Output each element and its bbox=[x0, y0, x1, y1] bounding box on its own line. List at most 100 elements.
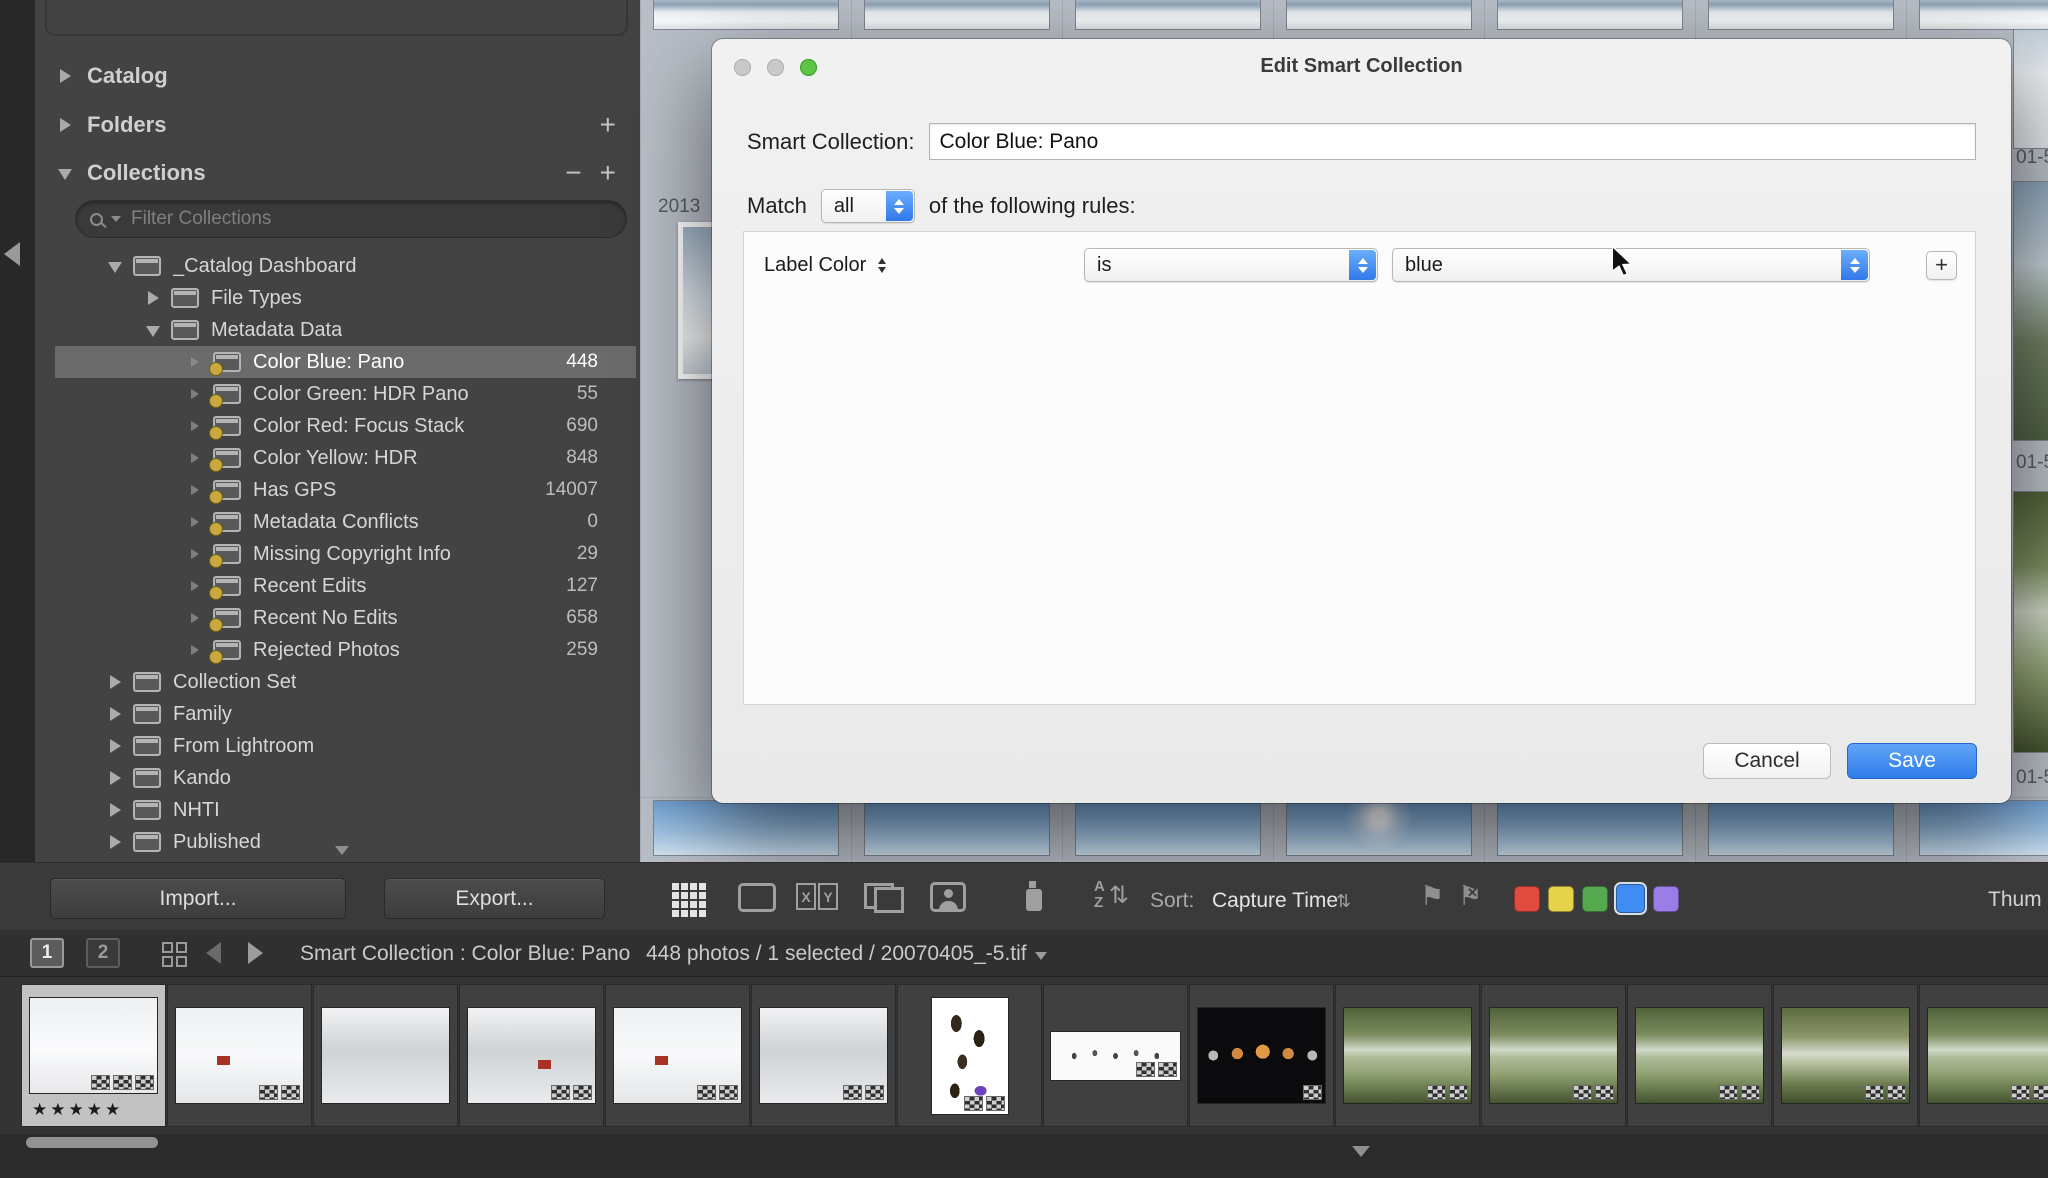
second-window-button[interactable]: 2 bbox=[86, 938, 120, 968]
thumbnail-badge-icon[interactable] bbox=[843, 1085, 862, 1100]
color-swatch[interactable] bbox=[1653, 886, 1679, 912]
smart-collection-item[interactable]: Rejected Photos259 bbox=[55, 634, 636, 666]
survey-view-icon[interactable] bbox=[864, 883, 904, 913]
filmstrip-breadcrumb[interactable]: Smart Collection : Color Blue: Pano bbox=[300, 942, 630, 966]
thumbnail-badge-icon[interactable] bbox=[1449, 1085, 1468, 1100]
filmstrip-thumbnail[interactable] bbox=[1336, 985, 1479, 1126]
add-folder-button[interactable]: + bbox=[594, 111, 622, 139]
thumbnail-badge-icon[interactable] bbox=[1427, 1085, 1446, 1100]
photo-thumbnail[interactable] bbox=[2014, 182, 2048, 440]
rule-operator-dropdown[interactable]: is bbox=[1084, 248, 1378, 282]
match-dropdown[interactable]: all bbox=[821, 189, 915, 223]
thumbnail-badge-icon[interactable] bbox=[259, 1085, 278, 1100]
thumbnail-badge-icon[interactable] bbox=[1573, 1085, 1592, 1100]
disclosure-triangle-icon[interactable] bbox=[107, 738, 123, 754]
thumbnail-badge-icon[interactable] bbox=[1741, 1085, 1760, 1100]
disclosure-triangle-icon[interactable] bbox=[107, 674, 123, 690]
remove-collection-button[interactable]: − bbox=[559, 159, 587, 187]
collection-folder-item[interactable]: Metadata Data bbox=[55, 314, 636, 346]
go-forward-icon[interactable] bbox=[248, 942, 263, 964]
smart-collection-name-input[interactable] bbox=[929, 123, 1976, 160]
thumbnail-badge-icon[interactable] bbox=[573, 1085, 592, 1100]
thumbnail-badge-icon[interactable] bbox=[1887, 1085, 1906, 1100]
filmstrip-thumbnail[interactable] bbox=[606, 985, 749, 1126]
sort-value[interactable]: Capture Time bbox=[1212, 889, 1338, 913]
panel-end-caret-icon[interactable] bbox=[335, 846, 349, 855]
color-swatch[interactable] bbox=[1616, 884, 1645, 913]
disclosure-triangle-icon[interactable] bbox=[107, 802, 123, 818]
collection-folder-item[interactable]: File Types bbox=[55, 282, 636, 314]
thumbnail-badge-icon[interactable] bbox=[91, 1075, 110, 1090]
add-collection-button[interactable]: + bbox=[594, 159, 622, 187]
smart-collection-item[interactable]: Recent No Edits658 bbox=[55, 602, 636, 634]
color-swatch[interactable] bbox=[1548, 886, 1574, 912]
collection-folder-item[interactable]: NHTI bbox=[55, 794, 636, 826]
sort-direction-icon[interactable]: AZ⇅ bbox=[1094, 879, 1129, 911]
thumbnail-badge-icon[interactable] bbox=[2033, 1085, 2048, 1100]
photo-thumbnail[interactable] bbox=[1709, 801, 1893, 855]
panel-header-folders[interactable]: Folders + bbox=[35, 102, 640, 148]
photo-thumbnail[interactable] bbox=[1076, 0, 1260, 29]
thumbnail-badge-icon[interactable] bbox=[1865, 1085, 1884, 1100]
photo-thumbnail[interactable] bbox=[865, 801, 1049, 855]
thumbnail-badge-icon[interactable] bbox=[697, 1085, 716, 1100]
panel-header-collections[interactable]: Collections − + bbox=[35, 150, 640, 196]
people-view-icon[interactable] bbox=[930, 882, 966, 912]
smart-collection-item[interactable]: Color Red: Focus Stack690 bbox=[55, 410, 636, 442]
disclosure-triangle-icon[interactable] bbox=[107, 834, 123, 850]
filmstrip-thumbnail[interactable] bbox=[460, 985, 603, 1126]
add-rule-button[interactable]: + bbox=[1926, 251, 1957, 280]
thumbnail-badge-icon[interactable] bbox=[1595, 1085, 1614, 1100]
photo-thumbnail[interactable] bbox=[654, 801, 838, 855]
collection-folder-item[interactable]: From Lightroom bbox=[55, 730, 636, 762]
sort-caret-icon[interactable]: ⇅ bbox=[1336, 891, 1351, 912]
thumbnail-badge-icon[interactable] bbox=[719, 1085, 738, 1100]
filmstrip-thumbnail[interactable] bbox=[1628, 985, 1771, 1126]
thumbnail-badge-icon[interactable] bbox=[2011, 1085, 2030, 1100]
photo-thumbnail[interactable] bbox=[865, 0, 1049, 29]
thumbnail-badge-icon[interactable] bbox=[1719, 1085, 1738, 1100]
disclosure-triangle-icon[interactable] bbox=[145, 290, 161, 306]
thumbnail-badge-icon[interactable] bbox=[986, 1096, 1005, 1111]
smart-collection-item[interactable]: Metadata Conflicts0 bbox=[55, 506, 636, 538]
thumbnail-badge-icon[interactable] bbox=[281, 1085, 300, 1100]
photo-thumbnail[interactable] bbox=[654, 0, 838, 29]
disclosure-triangle-icon[interactable] bbox=[107, 706, 123, 722]
smart-collection-item[interactable]: Color Green: HDR Pano55 bbox=[55, 378, 636, 410]
thumbnail-badge-icon[interactable] bbox=[1136, 1062, 1155, 1077]
smart-collection-item[interactable]: Missing Copyright Info29 bbox=[55, 538, 636, 570]
thumbnail-badge-icon[interactable] bbox=[113, 1075, 132, 1090]
smart-collection-item[interactable]: Color Yellow: HDR848 bbox=[55, 442, 636, 474]
photo-thumbnail[interactable] bbox=[1076, 801, 1260, 855]
filmstrip-thumbnail[interactable] bbox=[1190, 985, 1333, 1126]
color-swatch[interactable] bbox=[1514, 886, 1540, 912]
go-back-icon[interactable] bbox=[206, 942, 221, 964]
pick-flag-icon[interactable]: ⚑ bbox=[1420, 883, 1444, 910]
grid-view-icon[interactable] bbox=[672, 883, 706, 917]
thumbnail-badge-icon[interactable] bbox=[964, 1096, 983, 1111]
filmstrip-thumbnail[interactable] bbox=[168, 985, 311, 1126]
color-swatch[interactable] bbox=[1582, 886, 1608, 912]
grid-icon[interactable] bbox=[162, 942, 187, 967]
disclosure-triangle-icon[interactable] bbox=[145, 322, 161, 338]
filmstrip-thumbnail[interactable] bbox=[314, 985, 457, 1126]
disclosure-triangle-icon[interactable] bbox=[107, 770, 123, 786]
collection-folder-item[interactable]: Family bbox=[55, 698, 636, 730]
filmstrip-thumbnail[interactable] bbox=[1920, 985, 2048, 1126]
filmstrip-status[interactable]: 448 photos / 1 selected / 20070405_-5.ti… bbox=[646, 942, 1047, 966]
save-button[interactable]: Save bbox=[1847, 743, 1977, 779]
thumbnail-badge-icon[interactable] bbox=[1158, 1062, 1177, 1077]
cancel-button[interactable]: Cancel bbox=[1703, 743, 1831, 779]
collection-folder-item[interactable]: _Catalog Dashboard bbox=[55, 250, 636, 282]
photo-thumbnail[interactable] bbox=[1920, 0, 2048, 29]
loupe-view-icon[interactable] bbox=[738, 883, 776, 912]
smart-collection-item[interactable]: Color Blue: Pano448 bbox=[55, 346, 636, 378]
disclosure-triangle-icon[interactable] bbox=[107, 258, 123, 274]
filmstrip-thumbnail[interactable] bbox=[1482, 985, 1625, 1126]
export-button[interactable]: Export... bbox=[384, 878, 605, 919]
photo-thumbnail[interactable] bbox=[1920, 801, 2048, 855]
photo-thumbnail[interactable] bbox=[2014, 492, 2048, 752]
filmstrip-thumbnail[interactable] bbox=[752, 985, 895, 1126]
filmstrip-thumbnail[interactable]: ★★★★★ bbox=[22, 985, 165, 1126]
rule-field-dropdown[interactable]: Label Color bbox=[764, 254, 1064, 277]
